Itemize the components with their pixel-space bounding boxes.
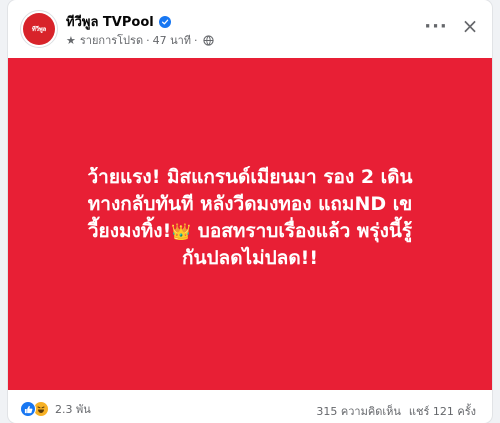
reaction-count: 2.3 พัน: [55, 403, 91, 416]
headline-text: ว้ายแรง! มิสแกรนด์เมียนมา รอง 2 เดิน ทาง…: [8, 164, 492, 272]
page-name-row: ทีวีพูล TVPool: [66, 11, 171, 32]
like-reaction-icon: [20, 401, 36, 417]
more-options-button[interactable]: ···: [424, 14, 448, 38]
headline-segment: วี้ยงมงทิ้ง!: [87, 220, 172, 242]
crown-icon: 👑: [171, 222, 192, 241]
engagement-stats: 315 ความคิดเห็น แชร์ 121 ครั้ง: [316, 402, 476, 420]
page-name-link[interactable]: ทีวีพูล TVPool: [66, 11, 154, 32]
separator-dot: ·: [194, 33, 198, 47]
star-icon: ★: [66, 33, 76, 47]
verified-badge-icon: [158, 15, 171, 28]
headline-segment: บอสทราบเรื่องแล้ว พรุ่งนี้รู้: [197, 220, 413, 242]
headline-line: ว้ายแรง! มิสแกรนด์เมียนมา รอง 2 เดิน: [87, 166, 413, 188]
program-label[interactable]: รายการโปรด: [80, 31, 143, 49]
checkmark-icon: [161, 19, 168, 24]
shares-count[interactable]: แชร์ 121 ครั้ง: [409, 402, 476, 420]
reaction-summary[interactable]: 2.3 พัน: [20, 400, 91, 418]
post-image[interactable]: ว้ายแรง! มิสแกรนด์เมียนมา รอง 2 เดิน ทาง…: [8, 58, 492, 390]
close-icon[interactable]: ×: [458, 14, 482, 38]
headline-line-with-emoji: วี้ยงมงทิ้ง!👑 บอสทราบเรื่องแล้ว พรุ่งนี้…: [8, 218, 492, 245]
headline-line: ทางกลับทันที หลังวีดมงทอง แถมND เข: [87, 193, 413, 215]
post-footer: 2.3 พัน 315 ความคิดเห็น แชร์ 121 ครั้ง: [8, 390, 492, 423]
post-meta: ★ รายการโปรด · 47 นาที ·: [66, 31, 214, 49]
page-logo: ทีวีพูล: [23, 13, 55, 45]
facebook-post-card: ทีวีพูล ทีวีพูล TVPool ★ รายการโปรด · 47…: [8, 0, 492, 423]
post-header: ทีวีพูล ทีวีพูล TVPool ★ รายการโปรด · 47…: [8, 0, 492, 58]
timestamp[interactable]: 47 นาที: [153, 31, 191, 49]
separator-dot: ·: [146, 33, 150, 47]
page-avatar[interactable]: ทีวีพูล: [20, 10, 58, 48]
headline-line: กันปลดไม่ปลด!!: [182, 247, 318, 269]
globe-icon: [202, 34, 214, 46]
comments-count[interactable]: 315 ความคิดเห็น: [316, 402, 401, 420]
